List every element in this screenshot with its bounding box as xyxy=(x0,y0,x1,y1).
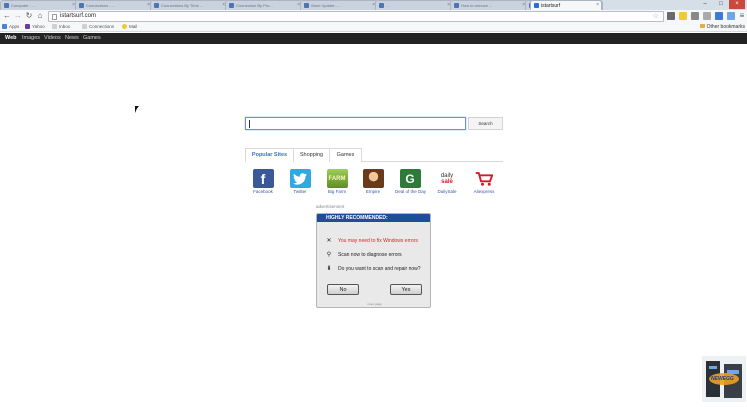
ad-row-scan: ⚲ Scan now to diagnose errors xyxy=(326,252,402,258)
site-empire[interactable]: Empire xyxy=(358,169,388,194)
ad-row-fix: ✕ You may need to fix Windows errors xyxy=(326,238,418,244)
magnifier-icon: ⚲ xyxy=(326,252,332,258)
ad-header: HIGHLY RECOMMENDED: xyxy=(317,214,430,222)
browser-tab-1[interactable]: Computer - ... × xyxy=(0,0,78,10)
deal-icon: G xyxy=(399,169,421,188)
bookmark-yahoo[interactable]: Yahoo xyxy=(25,24,45,29)
favicon-icon xyxy=(379,3,384,8)
home-icon[interactable]: ⌂ xyxy=(35,11,45,21)
folder-icon xyxy=(699,24,705,28)
close-tab-icon[interactable]: × xyxy=(596,2,599,8)
nav-web[interactable]: Web xyxy=(5,35,17,41)
extension-icon[interactable] xyxy=(679,12,687,20)
nav-videos[interactable]: Videos xyxy=(44,35,61,41)
popular-tabs: Popular Sites Shopping Games xyxy=(245,148,503,162)
browser-tab-2[interactable]: Connections - ... × xyxy=(75,0,153,10)
other-bookmarks[interactable]: Other bookmarks xyxy=(699,24,745,30)
advertisement-label: advertisement xyxy=(316,204,345,209)
tools-icon: ✕ xyxy=(326,238,332,244)
tab-shopping[interactable]: Shopping xyxy=(294,148,330,162)
favicon-icon xyxy=(304,3,309,8)
forward-icon[interactable]: → xyxy=(13,11,23,21)
bigfarm-icon: FARM xyxy=(326,169,348,188)
text-caret xyxy=(249,120,250,128)
newegg-widget[interactable]: NEWEGG xyxy=(702,356,746,402)
star-bookmark-icon xyxy=(122,24,127,29)
bookmarks-bar: Apps Yahoo Inbox Connections Mail Other … xyxy=(0,23,747,32)
address-text: istartsurf.com xyxy=(60,13,97,19)
browser-tab-4[interactable]: Connection By Pro... × xyxy=(225,0,303,10)
tab-games[interactable]: Games xyxy=(330,148,362,162)
site-navbar: Web Images Videos News Games xyxy=(0,33,747,44)
back-icon[interactable]: ← xyxy=(2,11,12,21)
menu-icon[interactable]: ≡ xyxy=(737,11,747,21)
browser-tab-5[interactable]: Store Update - ... × xyxy=(300,0,378,10)
site-facebook[interactable]: f Facebook xyxy=(248,169,278,194)
extension-icon[interactable] xyxy=(667,12,675,20)
favicon-icon xyxy=(79,3,84,8)
site-dailysale[interactable]: daily sale DailySale xyxy=(432,169,462,194)
dailysale-icon: daily sale xyxy=(436,169,458,188)
facebook-icon: f xyxy=(252,169,274,188)
extension-icon[interactable] xyxy=(691,12,699,20)
twitter-icon xyxy=(289,169,311,188)
maximize-icon[interactable]: □ xyxy=(713,0,729,9)
nav-images[interactable]: Images xyxy=(22,35,40,41)
browser-tab-active[interactable]: istartsurf × xyxy=(530,0,602,10)
apps-icon xyxy=(2,24,7,29)
extension-icon[interactable] xyxy=(715,12,723,20)
ad-popup[interactable]: HIGHLY RECOMMENDED: ✕ You may need to fix… xyxy=(316,213,431,308)
ad-footer: more page xyxy=(367,302,382,306)
nav-news[interactable]: News xyxy=(65,35,79,41)
download-icon: ⬇ xyxy=(326,266,332,272)
bookmark-inbox[interactable]: Inbox xyxy=(52,24,70,29)
bookmark-apps[interactable]: Apps xyxy=(2,24,19,29)
site-bigfarm[interactable]: FARM Big Farm xyxy=(322,169,352,194)
address-bar[interactable]: istartsurf.com ☆ xyxy=(48,11,664,22)
folder-icon xyxy=(82,24,87,29)
close-window-icon[interactable]: × xyxy=(729,0,745,9)
newegg-brand: NEWEGG xyxy=(711,376,734,382)
favicon-icon xyxy=(229,3,234,8)
tab-strip: Computer - ... × Connections - ... × Conne… xyxy=(0,0,747,10)
browser-toolbar: ← → ↻ ⌂ istartsurf.com ☆ ≡ xyxy=(0,10,747,23)
favicon-icon xyxy=(534,3,539,8)
cart-icon xyxy=(473,169,495,188)
site-aliexpress[interactable]: Aliexpress xyxy=(469,169,499,194)
browser-tab-6[interactable]: ... × xyxy=(375,0,453,10)
favicon-icon xyxy=(454,3,459,8)
minimize-icon[interactable]: – xyxy=(697,0,713,9)
star-icon[interactable]: ☆ xyxy=(653,12,659,20)
site-deal-of-the-day[interactable]: G Deal of the Day xyxy=(395,169,426,194)
mail-icon xyxy=(52,24,57,29)
extension-icon[interactable] xyxy=(703,12,711,20)
favicon-icon xyxy=(4,3,9,8)
bookmark-mail[interactable]: Mail xyxy=(122,24,137,29)
nav-games[interactable]: Games xyxy=(83,35,101,41)
yahoo-icon xyxy=(25,24,30,29)
search-button[interactable]: Search xyxy=(468,117,503,130)
favicon-icon xyxy=(154,3,159,8)
empire-icon xyxy=(362,169,384,188)
browser-tab-7[interactable]: How to remove ... × xyxy=(450,0,528,10)
reload-icon[interactable]: ↻ xyxy=(24,11,34,21)
mouse-cursor-icon xyxy=(135,106,139,113)
page-icon xyxy=(52,14,57,20)
ad-row-repair: ⬇ Do you want to scan and repair now? xyxy=(326,266,421,272)
site-twitter[interactable]: Twitter xyxy=(285,169,315,194)
extension-icon[interactable] xyxy=(727,12,735,20)
tab-popular-sites[interactable]: Popular Sites xyxy=(245,148,294,162)
ad-no-button[interactable]: No xyxy=(327,284,359,295)
browser-tab-3[interactable]: Connections By Time ... × xyxy=(150,0,228,10)
bookmark-connections[interactable]: Connections xyxy=(82,24,114,29)
search-input[interactable] xyxy=(245,117,466,130)
ad-yes-button[interactable]: Yes xyxy=(390,284,422,295)
